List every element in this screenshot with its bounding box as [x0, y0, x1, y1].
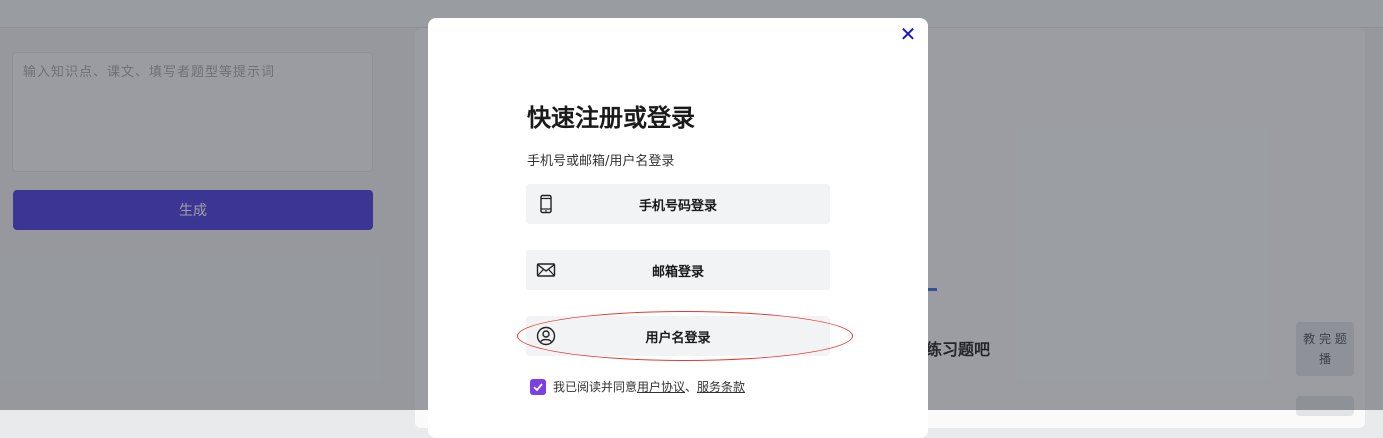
modal-title: 快速注册或登录	[527, 104, 695, 132]
agreement-separator: 、	[685, 380, 698, 394]
login-modal: ✕ 快速注册或登录 手机号或邮箱/用户名登录 手机号码登录 邮箱登录 用户名登录	[428, 18, 928, 438]
agreement-prefix: 我已阅读并同意	[553, 380, 638, 394]
agreement-checkbox[interactable]	[530, 378, 546, 395]
agreement-row: 我已阅读并同意 用户协议 、 服务条款	[530, 378, 745, 395]
email-login-button[interactable]: 邮箱登录	[526, 250, 830, 290]
check-icon	[533, 382, 543, 391]
phone-icon	[540, 194, 552, 214]
phone-login-button[interactable]: 手机号码登录	[526, 184, 830, 224]
service-terms-link[interactable]: 服务条款	[697, 378, 745, 395]
email-login-label: 邮箱登录	[651, 264, 704, 280]
close-icon[interactable]: ✕	[898, 24, 918, 44]
annotation-ellipse	[517, 311, 853, 361]
user-agreement-link[interactable]: 用户协议	[637, 378, 685, 395]
modal-subtitle: 手机号或邮箱/用户名登录	[527, 154, 675, 169]
phone-login-label: 手机号码登录	[638, 198, 717, 214]
mail-icon	[536, 263, 556, 277]
